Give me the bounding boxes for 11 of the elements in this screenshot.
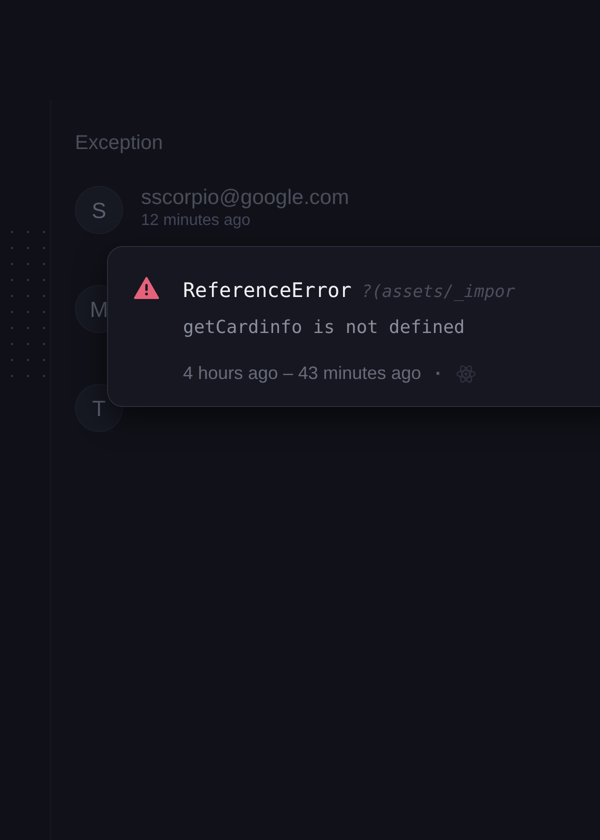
time-range: 4 hours ago – 43 minutes ago (183, 362, 422, 385)
error-message: getCardinfo is not defined (183, 316, 466, 340)
warning-icon (134, 277, 159, 299)
user-email: sscorpio@google.com (141, 186, 350, 210)
timestamp: 12 minutes ago (141, 212, 252, 230)
panel-title: Exception (75, 131, 163, 156)
separator: · (435, 362, 442, 386)
atom-icon (456, 364, 476, 384)
avatar: S (75, 186, 123, 234)
error-name: ReferenceError (183, 277, 352, 304)
error-location: ?(assets/_impor (362, 281, 516, 304)
